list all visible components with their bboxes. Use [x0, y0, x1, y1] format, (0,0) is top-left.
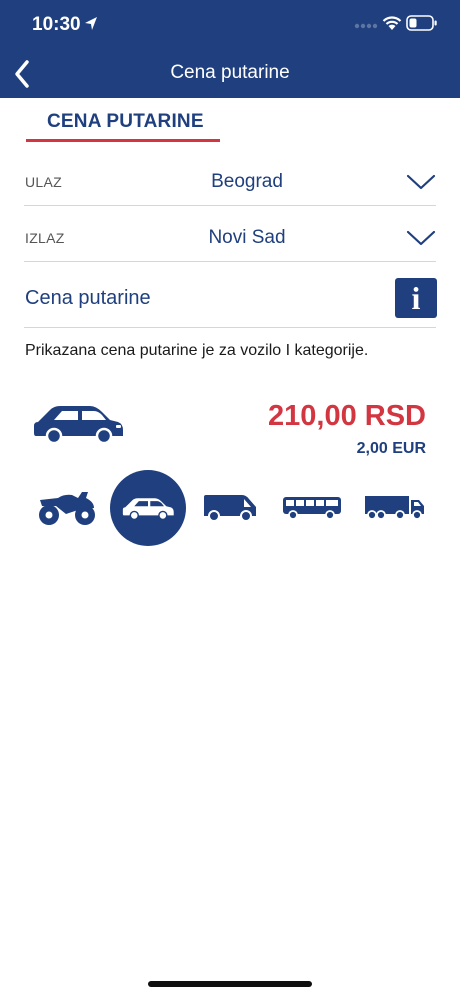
price-eur: 2,00 EUR: [356, 440, 426, 457]
exit-value: Novi Sad: [208, 227, 286, 248]
top-bar: 10:30 Cena putarine: [0, 0, 460, 98]
location-arrow-icon: [85, 17, 97, 30]
category-note: Prikazana cena putarine je za vozilo I k…: [25, 342, 369, 359]
status-time: 10:30: [32, 14, 81, 35]
selected-car-icon: [34, 406, 123, 444]
signal-dots-icon: [354, 23, 378, 29]
van-icon[interactable]: [202, 494, 258, 522]
info-button[interactable]: i: [395, 278, 437, 318]
exit-select[interactable]: IZLAZ Novi Sad: [24, 206, 436, 262]
car-icon: [122, 498, 174, 520]
entry-select[interactable]: ULAZ Beograd: [24, 150, 436, 206]
entry-value: Beograd: [211, 171, 283, 192]
bus-icon[interactable]: [282, 496, 342, 520]
motorcycle-icon[interactable]: [38, 488, 96, 526]
tab-active-indicator: [26, 139, 220, 142]
page-title: Cena putarine: [170, 62, 290, 83]
tab-cena-putarine[interactable]: CENA PUTARINE: [26, 100, 220, 142]
chevron-down-icon[interactable]: [406, 229, 436, 247]
tab-label: CENA PUTARINE: [47, 111, 204, 132]
chevron-down-icon[interactable]: [406, 173, 436, 191]
truck-icon[interactable]: [364, 494, 426, 522]
car-category-button[interactable]: [110, 470, 186, 546]
battery-icon: [406, 15, 437, 31]
wifi-icon: [382, 16, 402, 30]
price-section-title: Cena putarine: [25, 287, 151, 309]
price-section-header: Cena putarine: [24, 262, 436, 328]
home-indicator: [148, 981, 312, 987]
price-rsd: 210,00 RSD: [268, 400, 426, 432]
